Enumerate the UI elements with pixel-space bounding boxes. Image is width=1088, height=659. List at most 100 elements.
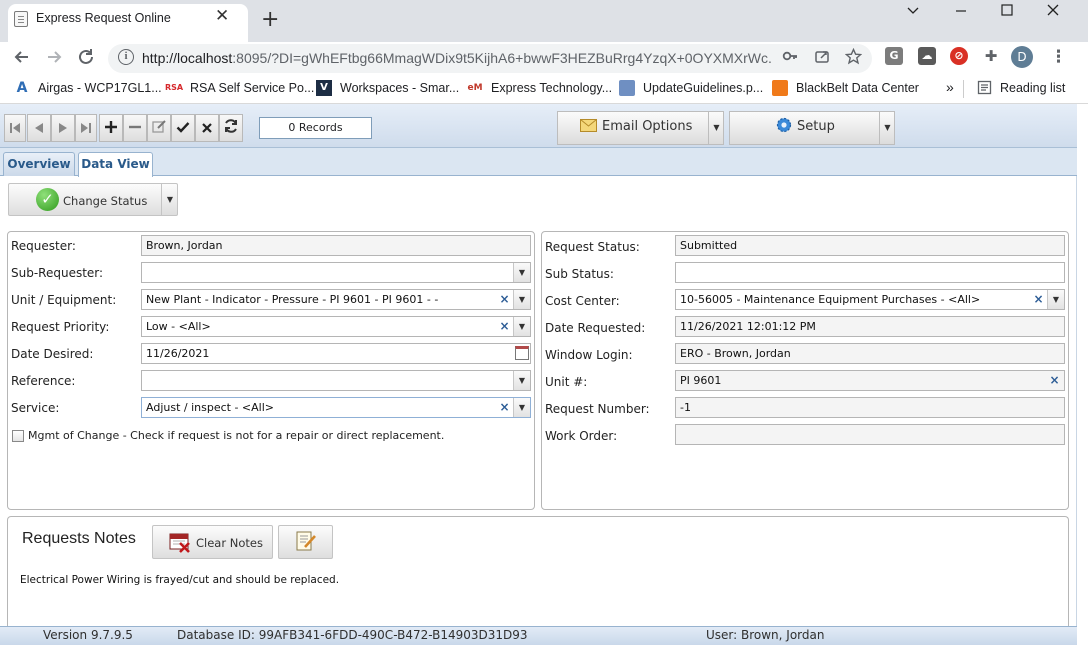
unit-number-label: Unit #: [545,375,588,389]
cost-center-dropdown-icon[interactable]: ▼ [1047,290,1064,309]
last-record-icon[interactable] [75,114,97,142]
request-priority-label: Request Priority: [11,320,110,334]
bookmark-blackbelt[interactable]: BlackBelt Data Center [796,81,919,95]
reference-select[interactable] [141,370,531,391]
new-tab-icon[interactable]: + [261,7,279,32]
extension-cloud-icon[interactable]: ☁ [918,47,936,65]
back-icon[interactable] [12,47,32,72]
service-dropdown-icon[interactable]: ▼ [513,398,530,417]
request-status-field[interactable]: Submitted [675,235,1065,256]
calendar-icon[interactable] [515,346,529,360]
window-login-label: Window Login: [545,348,633,362]
document-icon [619,80,635,96]
forward-icon[interactable] [44,47,64,72]
records-count: 0 Records [259,117,372,139]
date-desired-field[interactable]: 11/26/2021 [141,343,531,364]
previous-record-icon[interactable] [27,114,51,142]
page-icon [14,11,28,27]
clear-unit-equipment-icon[interactable]: × [497,290,512,309]
work-order-label: Work Order: [545,429,618,443]
app-tabs [0,148,1077,176]
mgmt-of-change-label: Mgmt of Change - Check if request is not… [28,429,445,442]
clear-calendar-icon [169,531,191,556]
clear-service-icon[interactable]: × [497,398,512,417]
tab-title: Express Request Online [36,11,171,25]
add-record-icon[interactable] [99,114,123,142]
mgmt-of-change-checkbox[interactable] [12,430,24,442]
envelope-icon [580,111,597,145]
airgas-icon: A [16,80,28,96]
clear-request-priority-icon[interactable]: × [497,317,512,336]
reference-dropdown-icon[interactable]: ▼ [513,371,530,390]
extension-block-icon[interactable]: ⊘ [950,47,968,65]
tab-overview[interactable]: Overview [3,152,75,176]
sub-requester-select[interactable] [141,262,531,283]
url-text[interactable]: http://localhost:8095/?DI=gWhEFtbg66Mmag… [142,50,772,66]
request-number-label: Request Number: [545,402,650,416]
unit-equipment-label: Unit / Equipment: [11,293,117,307]
unit-equipment-select[interactable]: New Plant - Indicator - Pressure - PI 96… [141,289,531,310]
next-record-icon[interactable] [51,114,75,142]
cancel-edit-icon[interactable] [195,114,219,142]
edit-note-icon [295,530,317,555]
clear-cost-center-icon[interactable]: × [1031,290,1046,309]
checkmark-icon: ✓ [36,188,59,211]
date-requested-field[interactable]: 11/26/2021 12:01:12 PM [675,316,1065,337]
service-label: Service: [11,401,60,415]
unit-number-field[interactable]: PI 9601 [675,370,1065,391]
close-tab-icon[interactable]: ✕ [215,6,229,26]
clear-unit-number-icon[interactable]: × [1047,371,1062,390]
bookmarks-overflow-icon[interactable]: » [946,79,954,95]
chevron-down-icon[interactable] [906,3,920,21]
save-record-icon[interactable] [171,114,195,142]
minimize-icon[interactable] [954,3,968,21]
bookmarks-divider [963,80,964,98]
blackbelt-icon [772,80,788,96]
requester-field[interactable]: Brown, Jordan [141,235,531,256]
profile-avatar[interactable]: D [1011,46,1033,68]
bookmark-update-guidelines[interactable]: UpdateGuidelines.p... [643,81,763,95]
request-priority-select[interactable]: Low - <All> [141,316,531,337]
request-number-field[interactable]: -1 [675,397,1065,418]
cost-center-select[interactable]: 10-56005 - Maintenance Equipment Purchas… [675,289,1065,310]
setup-dropdown-icon[interactable]: ▼ [879,111,895,145]
email-options-dropdown-icon[interactable]: ▼ [708,111,724,145]
database-id-text: Database ID: 99AFB341-6FDD-490C-B472-B14… [177,628,528,642]
change-status-dropdown-icon[interactable]: ▼ [161,183,178,216]
share-icon[interactable] [814,48,830,68]
change-status-label: Change Status [63,194,148,208]
date-requested-label: Date Requested: [545,321,646,335]
workspaces-icon: V [316,80,332,96]
work-order-field[interactable] [675,424,1065,445]
unit-equipment-dropdown-icon[interactable]: ▼ [513,290,530,309]
requests-notes-text[interactable]: Electrical Power Wiring is frayed/cut an… [20,574,339,586]
reading-list[interactable]: Reading list [1000,81,1065,95]
sub-requester-dropdown-icon[interactable]: ▼ [513,263,530,282]
browser-menu-icon[interactable]: ⋮ [1050,47,1067,67]
sub-status-field[interactable] [675,262,1065,283]
close-window-icon[interactable] [1046,3,1060,21]
key-icon[interactable] [782,48,798,68]
request-status-label: Request Status: [545,240,640,254]
extensions-puzzle-icon[interactable]: ✚ [982,47,1000,65]
bookmark-workspaces[interactable]: Workspaces - Smar... [340,81,459,95]
tab-data-view[interactable]: Data View [78,152,153,177]
site-info-icon[interactable]: i [118,49,134,65]
delete-record-icon[interactable] [123,114,147,142]
email-options-label: Email Options [602,119,693,134]
maximize-icon[interactable] [1000,3,1014,21]
bookmark-rsa[interactable]: RSA Self Service Po... [190,81,314,95]
bookmark-star-icon[interactable] [844,47,863,69]
bookmark-airgas[interactable]: Airgas - WCP17GL1... [38,81,162,95]
reload-icon[interactable] [76,47,96,72]
request-priority-dropdown-icon[interactable]: ▼ [513,317,530,336]
rsa-icon: RSA [164,83,184,92]
first-record-icon[interactable] [4,114,26,142]
bookmark-express-technology[interactable]: Express Technology... [491,81,612,95]
extension-g-icon[interactable]: G [885,47,903,65]
service-select[interactable]: Adjust / inspect - <All> [141,397,531,418]
gear-icon [776,111,792,145]
window-login-field[interactable]: ERO - Brown, Jordan [675,343,1065,364]
refresh-icon[interactable] [219,114,243,142]
edit-record-icon[interactable] [147,114,171,142]
